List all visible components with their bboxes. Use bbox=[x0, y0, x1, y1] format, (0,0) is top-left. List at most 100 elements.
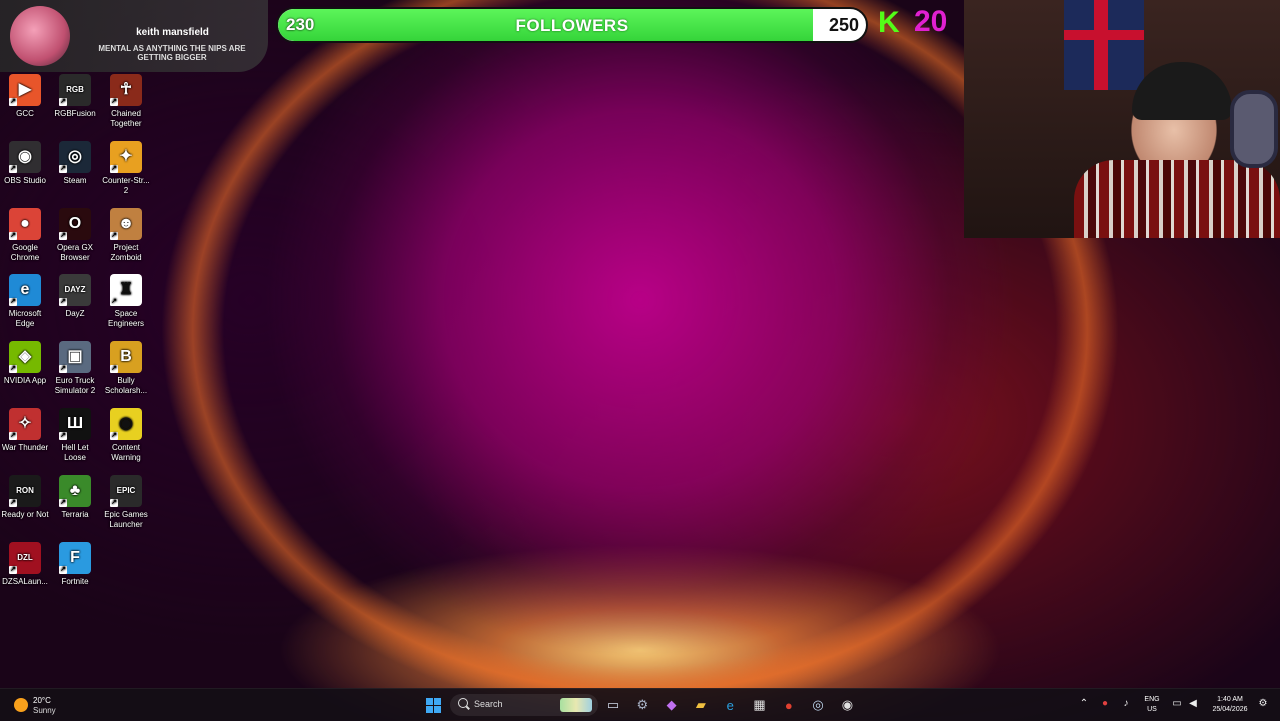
chrome-taskbar-icon[interactable]: ● bbox=[778, 694, 800, 716]
shortcut-arrow-icon: ↗ bbox=[110, 498, 118, 507]
desktop-shortcut-label: Steam bbox=[63, 175, 87, 185]
start-button[interactable] bbox=[422, 694, 444, 716]
desktop-shortcut-label: RGBFusion bbox=[54, 109, 96, 118]
desktop-shortcut[interactable]: DAYZ ↗ DayZ bbox=[50, 274, 100, 319]
weather-temperature[interactable]: 20°C bbox=[33, 696, 51, 705]
desktop-shortcut[interactable]: EPIC ↗ Epic Games Launcher bbox=[101, 474, 151, 530]
counter-strike-icon: ✦ ↗ bbox=[110, 140, 142, 173]
notification-bell-icon[interactable]: ⚙ bbox=[1256, 697, 1270, 711]
desktop-shortcut-label: Google Chrome bbox=[10, 242, 40, 262]
language-region[interactable]: US bbox=[1140, 706, 1164, 713]
desktop-shortcut[interactable]: ◉ ↗ Content Warning bbox=[101, 408, 151, 463]
file-explorer-icon[interactable]: ▰ bbox=[690, 694, 712, 716]
search-icon bbox=[458, 698, 468, 708]
desktop-shortcut-label: Bully Scholarsh... bbox=[104, 376, 148, 396]
dzsa-launcher-icon: DZL ↗ bbox=[9, 541, 41, 574]
streamer-shirt bbox=[1074, 160, 1280, 238]
taskbar: 20°C Sunny Search ▭ ⚙ ◆ ▰ e ▦ ● ◎ ◉ ⌃ ● ♪ ENG US… bbox=[0, 688, 1280, 721]
desktop-shortcut-label: Terraria bbox=[61, 509, 89, 519]
shortcut-arrow-icon: ↗ bbox=[59, 98, 67, 106]
edge-taskbar-icon[interactable]: e bbox=[719, 694, 741, 716]
microphone-icon[interactable]: ♪ bbox=[1119, 697, 1133, 711]
webcam-feed bbox=[964, 0, 1280, 238]
desktop-shortcut-label: OBS Studio bbox=[4, 175, 46, 185]
shortcut-arrow-icon: ↗ bbox=[110, 432, 118, 440]
clock-date[interactable]: 25/04/2026 bbox=[1204, 706, 1256, 713]
desktop-shortcut[interactable]: ☻ ↗ Project Zomboid bbox=[101, 207, 151, 263]
shortcut-arrow-icon: ↗ bbox=[59, 164, 67, 173]
streamer-hat bbox=[1132, 62, 1232, 120]
desktop-shortcut[interactable]: ◉ ↗ OBS Studio bbox=[0, 140, 50, 186]
desktop-shortcut-label: DZSALaun... bbox=[2, 576, 48, 586]
desktop-shortcut[interactable]: B ↗ Bully Scholarsh... bbox=[101, 341, 151, 396]
shortcut-arrow-icon: ↗ bbox=[9, 498, 17, 507]
gcc-icon: ▶ ↗ bbox=[9, 74, 41, 106]
copilot-icon[interactable]: ◆ bbox=[661, 694, 683, 716]
shortcut-arrow-icon: ↗ bbox=[59, 432, 67, 440]
desktop-shortcut[interactable]: ▣ ↗ Euro Truck Simulator 2 bbox=[50, 341, 100, 396]
search-highlight-image bbox=[560, 698, 592, 712]
desktop-shortcut[interactable]: e ↗ Microsoft Edge bbox=[0, 274, 50, 329]
chevron-up-icon[interactable]: ⌃ bbox=[1077, 697, 1091, 711]
desktop-shortcut-label: Epic Games Launcher bbox=[104, 509, 148, 529]
desktop-shortcut[interactable]: ● ↗ Google Chrome bbox=[0, 207, 50, 263]
dayz-icon: DAYZ ↗ bbox=[59, 274, 91, 307]
desktop-shortcut[interactable]: Ш ↗ Hell Let Loose bbox=[50, 408, 100, 463]
followers-goal-count: 250 bbox=[828, 15, 859, 35]
desktop-shortcut-label: Euro Truck Simulator 2 bbox=[54, 376, 96, 396]
language-code[interactable]: ENG bbox=[1140, 696, 1164, 703]
euro-truck-icon: ▣ ↗ bbox=[59, 341, 91, 374]
desktop-shortcut[interactable]: ✧ ↗ War Thunder bbox=[0, 408, 50, 453]
bully-icon: B ↗ bbox=[110, 341, 142, 374]
shortcut-arrow-icon: ↗ bbox=[110, 98, 118, 106]
notification-name: keith mansfield bbox=[136, 27, 209, 38]
chrome-icon: ● ↗ bbox=[9, 207, 41, 240]
settings-icon[interactable]: ⚙ bbox=[631, 694, 653, 716]
clock-time[interactable]: 1:40 AM bbox=[1204, 696, 1256, 703]
desktop-shortcut[interactable]: ▶ ↗ GCC bbox=[0, 74, 50, 119]
desktop-shortcut-label: Counter-Str... 2 bbox=[102, 175, 150, 195]
desktop-shortcut[interactable]: DZL ↗ DZSALaun... bbox=[0, 541, 50, 587]
desktop-shortcut-label: Ready or Not bbox=[1, 509, 49, 519]
weather-condition[interactable]: Sunny bbox=[33, 706, 56, 715]
desktop-shortcut[interactable]: ◈ ↗ NVIDIA App bbox=[0, 341, 50, 386]
obs-taskbar-icon[interactable]: ◉ bbox=[836, 694, 858, 716]
desktop-shortcut[interactable]: ♣ ↗ Terraria bbox=[50, 474, 100, 520]
desktop-shortcut-label: Chained Together bbox=[110, 109, 142, 128]
task-view-icon[interactable]: ▭ bbox=[602, 694, 624, 716]
desktop-shortcut[interactable]: F ↗ Fortnite bbox=[50, 541, 100, 587]
hell-let-loose-icon: Ш ↗ bbox=[59, 408, 91, 440]
shortcut-arrow-icon: ↗ bbox=[59, 565, 67, 574]
desktop-shortcut[interactable]: RON ↗ Ready or Not bbox=[0, 474, 50, 520]
desktop-shortcut[interactable]: ◎ ↗ Steam bbox=[50, 140, 100, 186]
rgbfusion-icon: RGB ↗ bbox=[59, 74, 91, 106]
shortcut-arrow-icon: ↗ bbox=[59, 365, 67, 374]
desktop-shortcut[interactable]: ✦ ↗ Counter-Str... 2 bbox=[101, 140, 151, 196]
shortcut-arrow-icon: ↗ bbox=[9, 432, 17, 440]
shortcut-arrow-icon: ↗ bbox=[9, 98, 17, 106]
tray-app-icon[interactable]: ● bbox=[1098, 697, 1112, 711]
edge-icon: e ↗ bbox=[9, 274, 41, 307]
desktop-shortcut[interactable]: ♜ ↗ Space Engineers bbox=[101, 274, 151, 329]
weather-sun-icon[interactable] bbox=[14, 698, 28, 712]
volume-icon[interactable]: ◀ bbox=[1186, 697, 1200, 711]
shortcut-arrow-icon: ↗ bbox=[9, 298, 17, 307]
obs-studio-icon: ◉ ↗ bbox=[9, 140, 41, 173]
shortcut-arrow-icon: ↗ bbox=[110, 164, 118, 173]
notification-avatar bbox=[10, 6, 70, 66]
notification-message: MENTAL AS ANYTHING THE NIPS ARE GETTING … bbox=[98, 44, 246, 62]
store-icon[interactable]: ▦ bbox=[749, 694, 771, 716]
flag-background bbox=[1064, 0, 1144, 90]
steam-taskbar-icon[interactable]: ◎ bbox=[807, 694, 829, 716]
desktop-shortcut[interactable]: ☥ ↗ Chained Together bbox=[101, 74, 151, 129]
desktop-shortcut-label: Hell Let Loose bbox=[61, 443, 89, 462]
network-icon[interactable]: ▭ bbox=[1170, 697, 1184, 711]
content-warning-icon: ◉ ↗ bbox=[110, 408, 142, 440]
desktop-shortcut-label: War Thunder bbox=[1, 443, 49, 452]
desktop-shortcut[interactable]: RGB ↗ RGBFusion bbox=[50, 74, 100, 119]
taskbar-search[interactable]: Search bbox=[450, 694, 598, 716]
kick-viewer-count: 20 bbox=[914, 5, 948, 38]
war-thunder-icon: ✧ ↗ bbox=[9, 408, 41, 440]
desktop-shortcut-label: DayZ bbox=[65, 309, 85, 319]
desktop-shortcut[interactable]: O ↗ Opera GX Browser bbox=[50, 207, 100, 263]
